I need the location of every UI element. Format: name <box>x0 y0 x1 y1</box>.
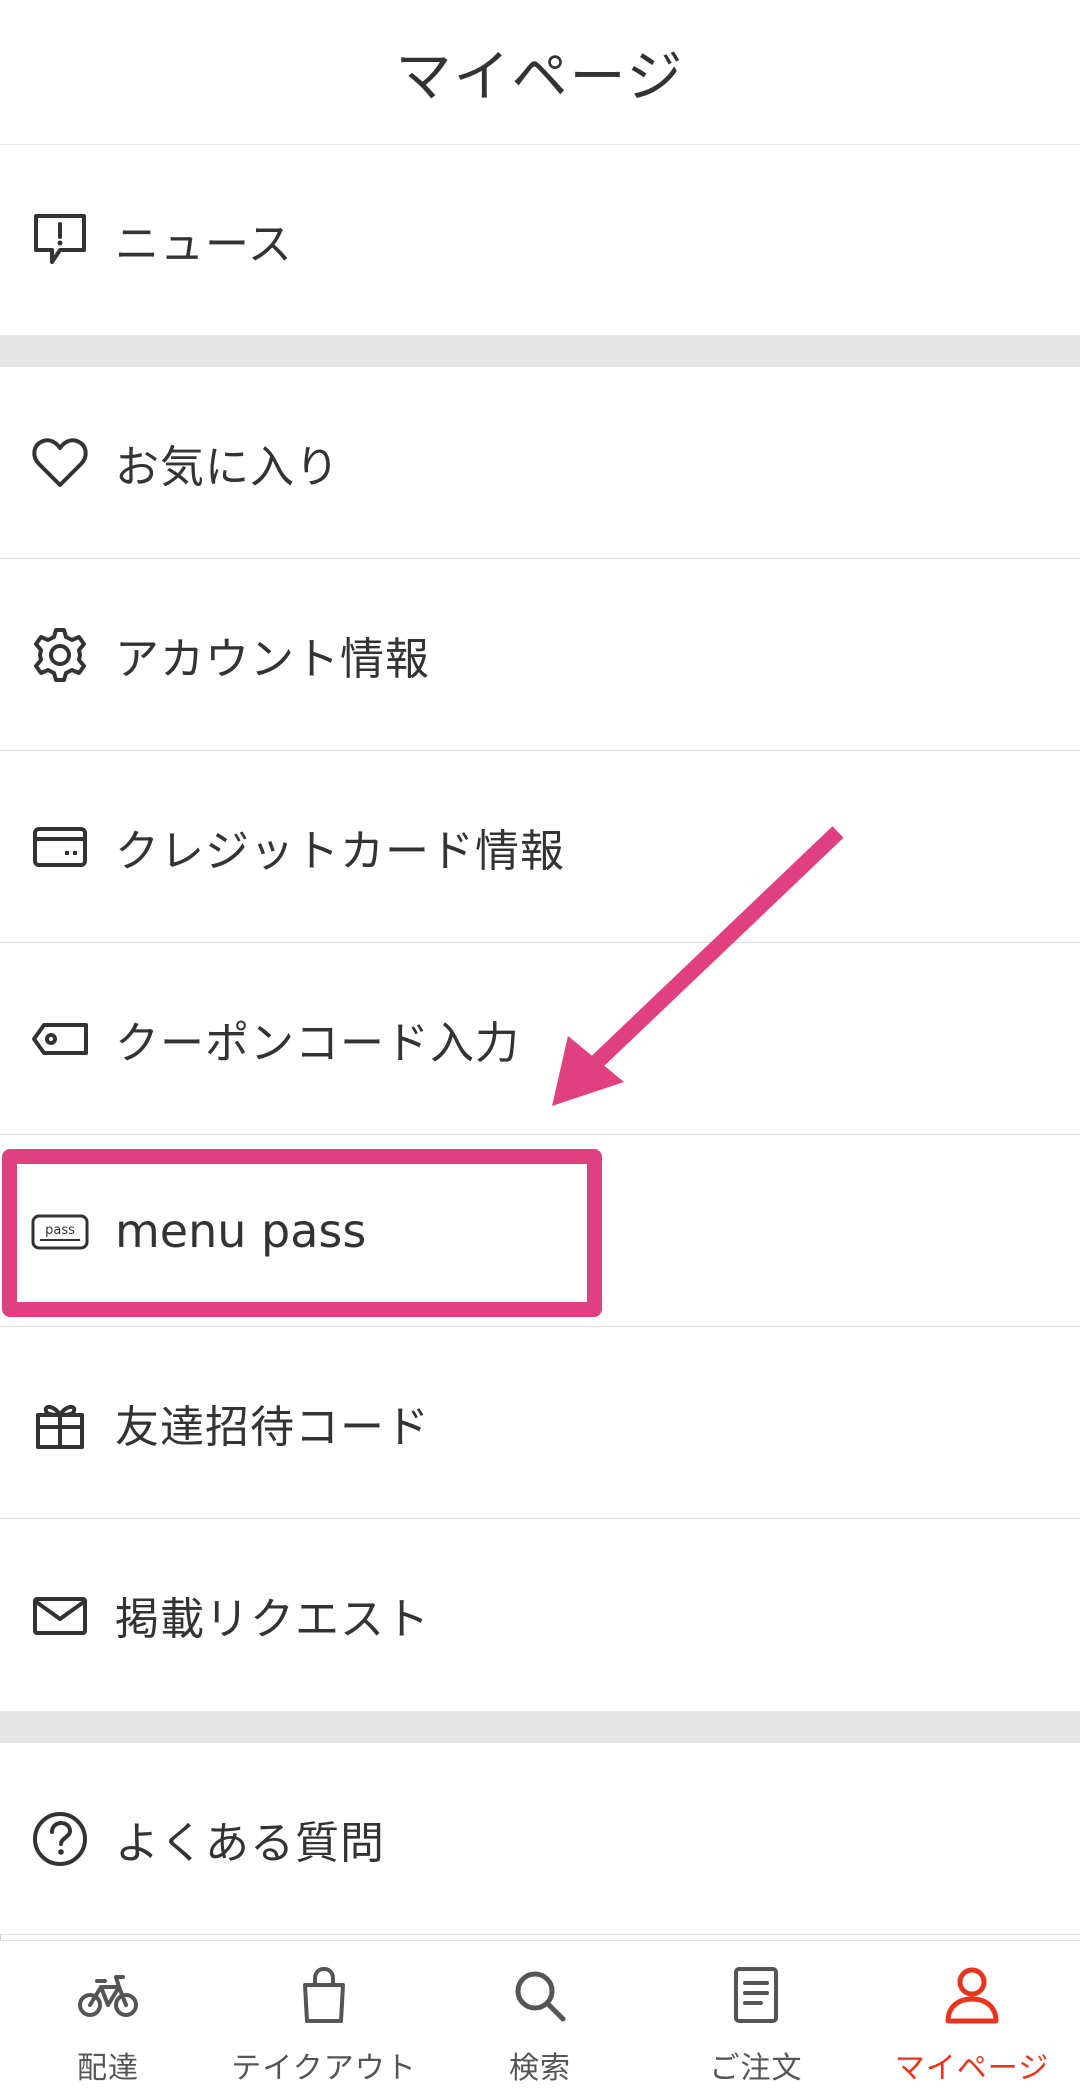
menu-list: ニュース お気に入り アカウント情報 クレジットカード情報 クーポンコード入力 … <box>0 145 1080 1940</box>
section-separator <box>0 335 1080 367</box>
menu-item-label: お気に入り <box>115 441 340 493</box>
section-separator <box>0 1711 1080 1743</box>
user-icon <box>945 1967 999 2024</box>
question-circle-icon <box>30 1809 90 1869</box>
tab-orders[interactable]: ご注文 <box>648 1941 864 2087</box>
bottom-tab-bar: 配達 テイクアウト 検索 ご注文 マイページ <box>0 1940 1080 2098</box>
tab-label: ご注文 <box>709 2051 803 2086</box>
page-header: マイページ <box>0 0 1080 145</box>
menu-item-favorites[interactable]: お気に入り <box>0 367 1080 559</box>
tab-label: 配達 <box>77 2051 139 2086</box>
svg-text:pass: pass <box>45 1223 75 1238</box>
menu-item-referral[interactable]: 友達招待コード <box>0 1327 1080 1519</box>
tab-mypage[interactable]: マイページ <box>864 1941 1080 2087</box>
tab-delivery[interactable]: 配達 <box>0 1941 216 2087</box>
menu-item-credit-card[interactable]: クレジットカード情報 <box>0 751 1080 943</box>
page-title: マイページ <box>395 44 685 110</box>
menu-item-account[interactable]: アカウント情報 <box>0 559 1080 751</box>
menu-item-label: クーポンコード入力 <box>115 1017 520 1069</box>
menu-item-label: ニュース <box>115 219 293 270</box>
envelope-icon <box>30 1585 90 1645</box>
menu-item-label: 友達招待コード <box>115 1401 430 1453</box>
document-icon <box>734 1967 778 2023</box>
tab-label: テイクアウト <box>231 2051 417 2086</box>
menu-item-label: よくある質問 <box>115 1817 385 1869</box>
gear-icon <box>30 625 90 685</box>
tab-label: マイページ <box>894 2051 1050 2086</box>
tab-search[interactable]: 検索 <box>432 1941 648 2087</box>
menu-item-faq[interactable]: よくある質問 <box>0 1743 1080 1935</box>
menu-item-coupon[interactable]: クーポンコード入力 <box>0 943 1080 1135</box>
menu-item-menu-pass[interactable]: pass menu pass <box>0 1135 1080 1327</box>
search-icon <box>515 1971 566 2022</box>
pass-card-icon: pass <box>30 1201 90 1261</box>
menu-item-label: 掲載リクエスト <box>115 1594 430 1645</box>
menu-item-request[interactable]: 掲載リクエスト <box>0 1519 1080 1711</box>
news-alert-icon <box>30 210 90 270</box>
shopping-bag-icon <box>303 1967 345 2023</box>
menu-item-news[interactable]: ニュース <box>0 145 1080 335</box>
bicycle-icon <box>78 1975 138 2017</box>
menu-item-label: クレジットカード情報 <box>115 825 565 877</box>
menu-item-label: アカウント情報 <box>115 633 430 685</box>
coupon-tag-icon <box>30 1009 90 1069</box>
tab-takeout[interactable]: テイクアウト <box>216 1941 432 2087</box>
gift-icon <box>30 1393 90 1453</box>
menu-item-label: menu pass <box>115 1203 367 1258</box>
tab-label: 検索 <box>509 2051 571 2086</box>
heart-icon <box>30 433 90 493</box>
credit-card-icon <box>30 817 90 877</box>
